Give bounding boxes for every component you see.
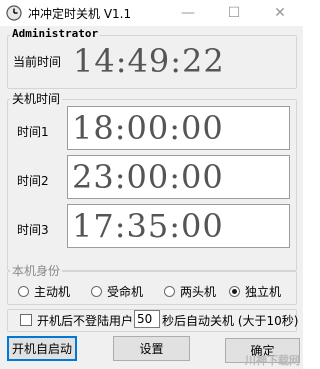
- autostart-button[interactable]: 开机自启动: [7, 336, 77, 361]
- maximize-icon: ☐: [227, 5, 241, 21]
- radio-both-machine[interactable]: 两头机: [164, 283, 216, 300]
- settings-button[interactable]: 设置: [113, 336, 190, 361]
- radio-active-machine[interactable]: 主动机: [18, 283, 70, 300]
- radio-label: 主动机: [34, 285, 71, 299]
- title-bar: 冲冲定时关机 V1.1 — ☐ ✕: [0, 0, 303, 26]
- radio-label: 受命机: [107, 285, 144, 299]
- time2-input[interactable]: 23:00:00: [67, 155, 290, 199]
- auto-shutdown-seconds-input[interactable]: [134, 310, 160, 328]
- maximize-button[interactable]: ☐: [211, 0, 257, 26]
- close-icon: ✕: [274, 5, 286, 21]
- radio-standalone-machine[interactable]: 独立机: [229, 283, 281, 300]
- radio-button-checked[interactable]: [229, 286, 240, 297]
- administrator-group-label: Administrator: [10, 27, 101, 41]
- current-time-label: 当前时间: [13, 55, 62, 69]
- close-button[interactable]: ✕: [257, 0, 303, 26]
- time3-input[interactable]: 17:35:00: [67, 204, 290, 248]
- auto-shutdown-suffix: 秒后自动关机 (大于10秒): [162, 314, 299, 328]
- time1-label: 时间1: [17, 125, 49, 139]
- radio-label: 独立机: [245, 285, 282, 299]
- watermark-text: 川神下载网: [245, 354, 300, 367]
- radio-label: 两头机: [180, 285, 217, 299]
- time3-label: 时间3: [17, 223, 49, 237]
- radio-button[interactable]: [164, 286, 175, 297]
- minimize-button[interactable]: —: [165, 0, 211, 26]
- current-time-display: 14:49:22: [73, 41, 225, 80]
- radio-button[interactable]: [91, 286, 102, 297]
- time2-label: 时间2: [17, 174, 49, 188]
- auto-shutdown-checkbox[interactable]: [20, 314, 32, 326]
- shutdown-time-group-label: 关机时间: [10, 92, 63, 106]
- minimize-icon: —: [181, 5, 195, 21]
- auto-shutdown-prefix: 开机后不登陆用户: [37, 314, 134, 328]
- app-clock-icon: [6, 5, 22, 21]
- window-title: 冲冲定时关机 V1.1: [28, 7, 132, 21]
- radio-button[interactable]: [18, 286, 29, 297]
- radio-commanded-machine[interactable]: 受命机: [91, 283, 143, 300]
- time1-input[interactable]: 18:00:00: [67, 106, 290, 150]
- identity-group-label: 本机身份: [10, 264, 63, 278]
- window-client-area: Administrator 当前时间 14:49:22 关机时间 时间1 18:…: [0, 26, 303, 369]
